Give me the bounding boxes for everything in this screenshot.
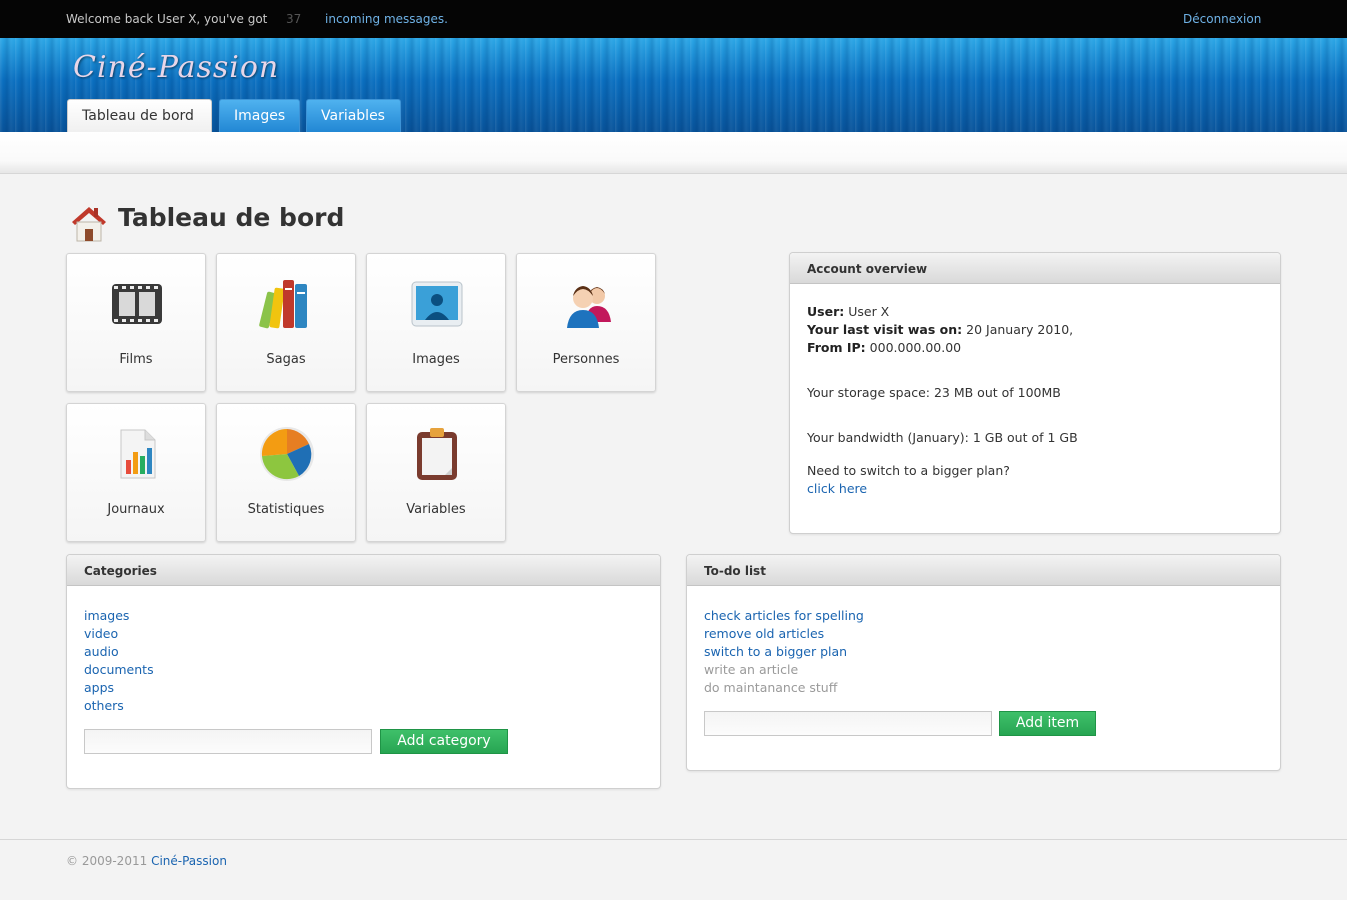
- panel-title: To-do list: [687, 555, 1280, 586]
- storage-text: Your storage space: 23 MB out of 100MB: [807, 385, 1061, 400]
- category-link[interactable]: others: [84, 698, 124, 713]
- todo-item-done[interactable]: write an article: [704, 661, 1263, 679]
- tile-personnes[interactable]: Personnes: [516, 253, 656, 392]
- panel-title: Account overview: [790, 253, 1280, 284]
- people-icon: [567, 286, 611, 328]
- tile-label: Sagas: [266, 352, 306, 367]
- todo-item[interactable]: check articles for spelling: [704, 608, 864, 623]
- ip-label: From IP:: [807, 340, 866, 355]
- add-category-button[interactable]: Add category: [380, 729, 508, 754]
- tile-label: Variables: [406, 502, 466, 517]
- last-visit-value: 20 January 2010,: [966, 322, 1074, 337]
- books-icon: [259, 280, 307, 329]
- todo-input[interactable]: [704, 711, 992, 736]
- sub-navigation-bar: [0, 132, 1347, 174]
- panel-title: Categories: [67, 555, 660, 586]
- ip-line: From IP: 000.000.00.00: [807, 339, 1263, 357]
- tile-label: Personnes: [552, 352, 620, 367]
- footer-brand-link[interactable]: Ciné-Passion: [151, 854, 227, 868]
- categories-panel: Categories images video audio documents …: [66, 554, 661, 789]
- category-link[interactable]: images: [84, 608, 129, 623]
- logout-link[interactable]: Déconnexion: [1183, 12, 1261, 26]
- image-icon: [411, 281, 463, 327]
- last-visit-line: Your last visit was on: 20 January 2010,: [807, 321, 1263, 339]
- pie-chart-icon: [260, 427, 314, 481]
- todo-item[interactable]: switch to a bigger plan: [704, 644, 847, 659]
- footer: © 2009-2011 Ciné-Passion: [66, 854, 227, 868]
- copyright-text: © 2009-2011: [66, 854, 148, 868]
- todo-item[interactable]: remove old articles: [704, 626, 824, 641]
- account-overview-panel: Account overview User: User X Your last …: [789, 252, 1281, 534]
- incoming-messages-link[interactable]: incoming messages.: [325, 12, 448, 26]
- ip-value: 000.000.00.00: [869, 340, 962, 355]
- welcome-text: Welcome back User X, you've got: [66, 12, 268, 26]
- category-link[interactable]: documents: [84, 662, 154, 677]
- home-icon: [72, 207, 106, 242]
- category-input[interactable]: [84, 729, 372, 754]
- footer-divider: [0, 839, 1347, 840]
- tile-images[interactable]: Images: [366, 253, 506, 392]
- tab-variables[interactable]: Variables: [306, 99, 401, 132]
- bandwidth-text: Your bandwidth (January): 1 GB out of 1 …: [807, 430, 1078, 445]
- tile-films[interactable]: Films: [66, 253, 206, 392]
- tile-label: Films: [119, 352, 153, 367]
- tab-tableau-de-bord[interactable]: Tableau de bord: [67, 99, 212, 132]
- log-chart-icon: [120, 429, 156, 479]
- tile-statistiques[interactable]: Statistiques: [216, 403, 356, 542]
- category-link[interactable]: audio: [84, 644, 119, 659]
- user-value: User X: [848, 304, 890, 319]
- tile-variables[interactable]: Variables: [366, 403, 506, 542]
- message-count: 37: [286, 12, 302, 26]
- tile-label: Statistiques: [247, 502, 325, 517]
- category-link[interactable]: apps: [84, 680, 114, 695]
- todo-panel: To-do list check articles for spelling r…: [686, 554, 1281, 771]
- top-bar: Welcome back User X, you've got 37 incom…: [0, 0, 1347, 38]
- clipboard-icon: [417, 428, 457, 480]
- header: Ciné-Passion Tableau de bord Images Vari…: [0, 38, 1347, 132]
- upgrade-question: Need to switch to a bigger plan?: [807, 463, 1010, 478]
- last-visit-label: Your last visit was on:: [807, 322, 963, 337]
- add-item-button[interactable]: Add item: [999, 711, 1096, 736]
- category-link[interactable]: video: [84, 626, 118, 641]
- tab-images[interactable]: Images: [219, 99, 300, 132]
- upgrade-link[interactable]: click here: [807, 481, 867, 496]
- todo-item-done[interactable]: do maintanance stuff: [704, 679, 1263, 697]
- tile-label: Journaux: [107, 502, 165, 517]
- page-title: Tableau de bord: [118, 203, 345, 232]
- site-logo[interactable]: Ciné-Passion: [73, 50, 279, 85]
- user-label: User:: [807, 304, 845, 319]
- film-icon: [112, 284, 162, 324]
- tile-journaux[interactable]: Journaux: [66, 403, 206, 542]
- tile-label: Images: [412, 352, 460, 367]
- tile-sagas[interactable]: Sagas: [216, 253, 356, 392]
- user-line: User: User X: [807, 303, 1263, 321]
